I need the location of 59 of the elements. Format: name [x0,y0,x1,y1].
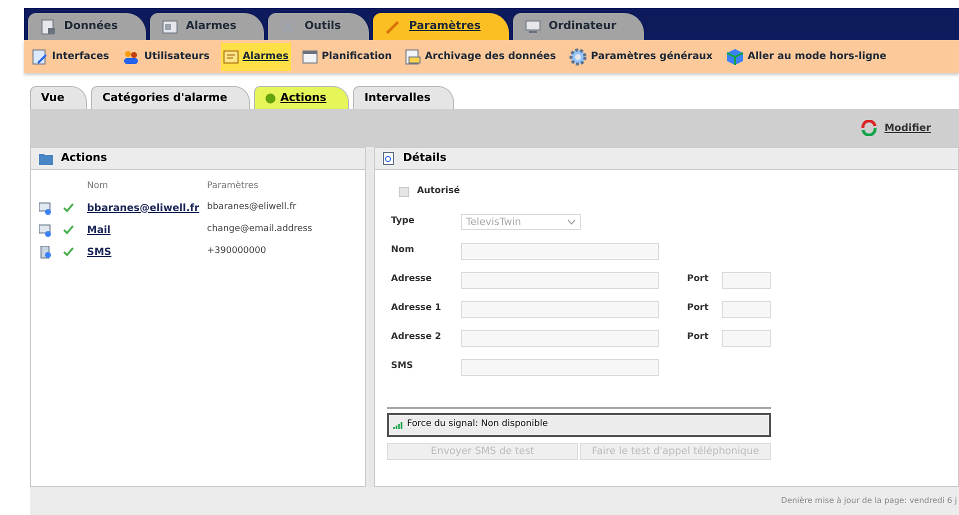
sub-tab[interactable]: Vue [30,86,88,109]
panel-title: Détails [403,150,446,166]
refresh-icon [860,120,878,136]
mail-icon [39,224,52,236]
phone-document-icon [39,246,52,258]
status-text: Denière mise à jour de la page: vendredi 6 j [781,495,957,507]
field-label: Adresse 1 [391,302,442,316]
action-parameters: bbaranes@eliwell.fr [207,201,298,214]
dropdown-value: TelevisTwin [466,216,522,230]
pencil-icon [384,18,401,34]
column-header: Nom [87,180,110,193]
field-label: Port [687,273,710,286]
toolbar-item[interactable]: Aller au mode hors-ligne [724,42,888,70]
toolbar-item[interactable]: Utilisateurs [120,42,212,70]
monitor-icon [524,18,541,34]
gear-icon [568,48,587,66]
toolbar-item[interactable]: Archivage des données [402,42,558,70]
column-header: Paramètres [207,180,260,193]
action-link[interactable]: Mail [87,222,207,238]
magnifier-document-icon [383,152,395,165]
chevron-down-icon [567,219,576,225]
field-label: Adresse 2 [391,331,442,344]
cube-icon [726,48,744,66]
calendar-icon [302,48,318,64]
field-label: Type [391,215,416,228]
panel-title: Actions [61,150,107,166]
field-label: Port [687,331,710,344]
archive-icon [404,48,421,64]
action-parameters: change@email.address [207,223,314,236]
users-icon [122,48,140,64]
note-icon [222,48,239,64]
toolbar-item[interactable]: Planification [300,42,394,70]
panel-icon [162,18,178,34]
field-label: Nom [391,244,416,258]
action-parameters: +390000000 [207,245,268,258]
mail-icon [39,202,52,214]
modifier-button[interactable]: Modifier [860,120,931,136]
form-icon [32,48,48,64]
main-tab[interactable]: Alarmes [150,13,264,40]
main-tab[interactable]: Ordinateur [512,13,644,40]
folder-icon [39,152,53,164]
sub-tab[interactable]: Catégories d'alarme [91,86,250,109]
signal-text: Force du signal: Non disponible [407,418,548,432]
signal-icon [393,421,403,429]
main-tab[interactable]: Données [28,13,146,40]
document-icon [40,18,56,34]
action-link[interactable]: bbaranes@eliwell.fr [87,200,207,216]
checkbox-label: Autorisé [417,185,460,198]
main-tab[interactable]: Outils [268,13,369,40]
field-label: Port [687,302,710,316]
field-label: SMS [391,360,414,374]
toolbar-item[interactable]: Alarmes [220,42,291,70]
action-link[interactable]: SMS [87,244,207,260]
toolbar-item[interactable]: Interfaces [30,42,112,70]
field-label: Adresse [391,273,433,286]
sub-tab[interactable]: Actions [254,86,350,109]
sub-tab[interactable]: Intervalles [353,86,454,109]
main-tab[interactable]: Paramètres [372,13,509,40]
toolbar-item[interactable]: Paramètres généraux [566,42,715,70]
